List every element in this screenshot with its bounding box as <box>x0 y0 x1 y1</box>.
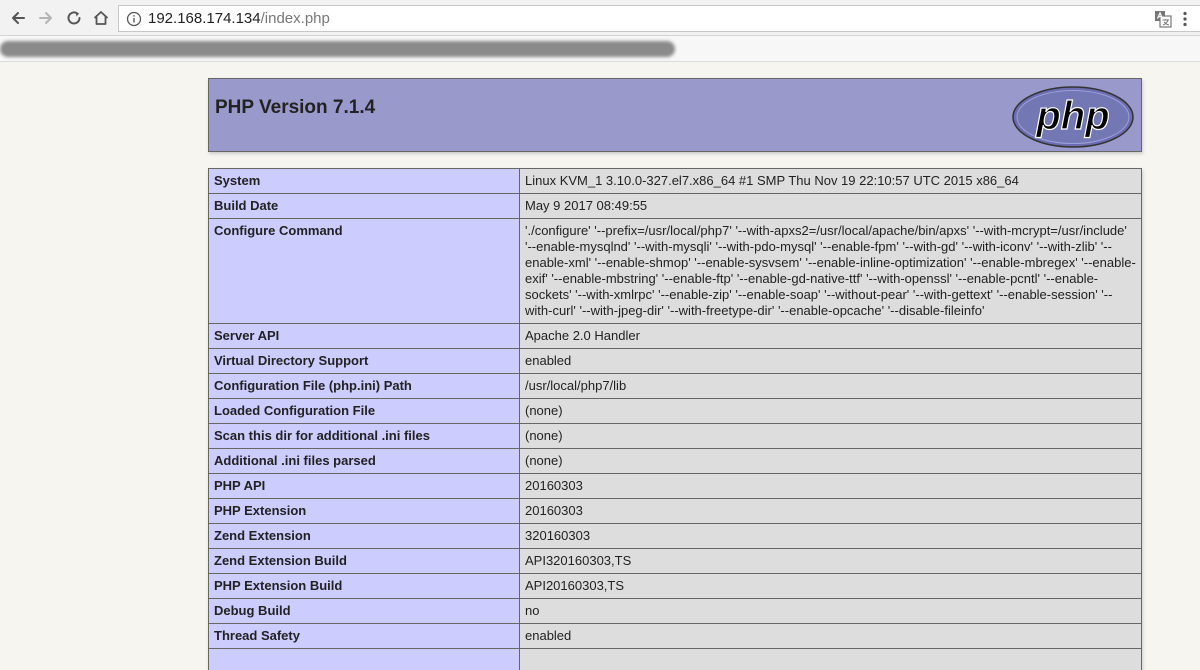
row-key: Additional .ini files parsed <box>208 448 520 474</box>
row-value <box>519 648 1142 670</box>
row-value: (none) <box>519 423 1142 449</box>
table-row: System Linux KVM_1 3.10.0-327.el7.x86_64 … <box>208 168 1142 194</box>
row-value: 20160303 <box>519 498 1142 524</box>
phpinfo-table: System Linux KVM_1 3.10.0-327.el7.x86_64 … <box>208 168 1142 670</box>
php-version-header: PHP Version 7.1.4 php <box>208 78 1142 152</box>
row-value: API20160303,TS <box>519 573 1142 599</box>
php-logo-text: php <box>1035 94 1109 138</box>
row-value: 320160303 <box>519 523 1142 549</box>
table-row: Server API Apache 2.0 Handler <box>208 323 1142 349</box>
row-value: './configure' '--prefix=/usr/local/php7'… <box>519 218 1142 324</box>
table-row: PHP Extension 20160303 <box>208 498 1142 524</box>
table-row <box>208 648 1142 670</box>
row-key: Configuration File (php.ini) Path <box>208 373 520 399</box>
row-value: Apache 2.0 Handler <box>519 323 1142 349</box>
row-value: enabled <box>519 623 1142 649</box>
bookmarks-bar <box>0 36 1200 62</box>
url-path: /index.php <box>260 10 330 27</box>
row-key: PHP API <box>208 473 520 499</box>
translate-icon[interactable] <box>1154 10 1172 28</box>
reload-icon <box>67 11 81 25</box>
table-row: Configuration File (php.ini) Path/usr/lo… <box>208 373 1142 399</box>
back-button[interactable] <box>6 6 30 30</box>
table-row: Thread Safety enabled <box>208 623 1142 649</box>
table-row: Configure Command './configure' '--prefix… <box>208 218 1142 324</box>
page-title: PHP Version 7.1.4 <box>215 97 376 118</box>
table-row: Zend Extension 320160303 <box>208 523 1142 549</box>
row-value: (none) <box>519 448 1142 474</box>
table-row: Additional .ini files parsed (none) <box>208 448 1142 474</box>
table-row: Loaded Configuration File (none) <box>208 398 1142 424</box>
back-arrow-icon <box>12 12 25 24</box>
row-key: Server API <box>208 323 520 349</box>
url-host: 192.168.174.134 <box>148 10 261 27</box>
forward-button[interactable] <box>34 6 58 30</box>
row-key: PHP Extension Build <box>208 573 520 599</box>
page-content: PHP Version 7.1.4 php System Linux KVM_1 … <box>0 62 1200 670</box>
row-key: Zend Extension <box>208 523 520 549</box>
table-row: PHP Extension Build API20160303,TS <box>208 573 1142 599</box>
phpinfo-container: PHP Version 7.1.4 php System Linux KVM_1 … <box>208 78 1142 670</box>
table-row: Build Date May 9 2017 08:49:55 <box>208 193 1142 219</box>
row-key: Zend Extension Build <box>208 548 520 574</box>
table-row: Zend Extension Build API320160303,TS <box>208 548 1142 574</box>
row-value: May 9 2017 08:49:55 <box>519 193 1142 219</box>
row-value: enabled <box>519 348 1142 374</box>
row-value: Linux KVM_1 3.10.0-327.el7.x86_64 #1 SMP… <box>519 168 1142 194</box>
row-value: 20160303 <box>519 473 1142 499</box>
row-key: Scan this dir for additional .ini files <box>208 423 520 449</box>
row-key: Virtual Directory Support <box>208 348 520 374</box>
address-bar[interactable]: 192.168.174.134/index.php <box>118 5 1200 32</box>
home-icon <box>93 11 109 25</box>
row-key: Thread Safety <box>208 623 520 649</box>
row-key <box>208 648 520 670</box>
table-row: Virtual Directory Support enabled <box>208 348 1142 374</box>
php-logo[interactable]: php <box>1011 85 1135 149</box>
home-button[interactable] <box>89 6 113 30</box>
info-icon[interactable] <box>126 11 142 27</box>
row-value: no <box>519 598 1142 624</box>
row-key: PHP Extension <box>208 498 520 524</box>
browser-menu-icon[interactable] <box>1176 10 1194 28</box>
row-value: API320160303,TS <box>519 548 1142 574</box>
row-key: System <box>208 168 520 194</box>
row-key: Debug Build <box>208 598 520 624</box>
forward-arrow-icon <box>39 12 52 24</box>
row-value: (none) <box>519 398 1142 424</box>
row-key: Loaded Configuration File <box>208 398 520 424</box>
table-row: Scan this dir for additional .ini files(… <box>208 423 1142 449</box>
row-key: Configure Command <box>208 218 520 324</box>
reload-button[interactable] <box>62 6 86 30</box>
table-row: PHP API 20160303 <box>208 473 1142 499</box>
row-value: /usr/local/php7/lib <box>519 373 1142 399</box>
row-key: Build Date <box>208 193 520 219</box>
table-row: Debug Build no <box>208 598 1142 624</box>
redacted-bookmarks <box>0 41 675 57</box>
browser-toolbar: 192.168.174.134/index.php <box>0 0 1200 36</box>
